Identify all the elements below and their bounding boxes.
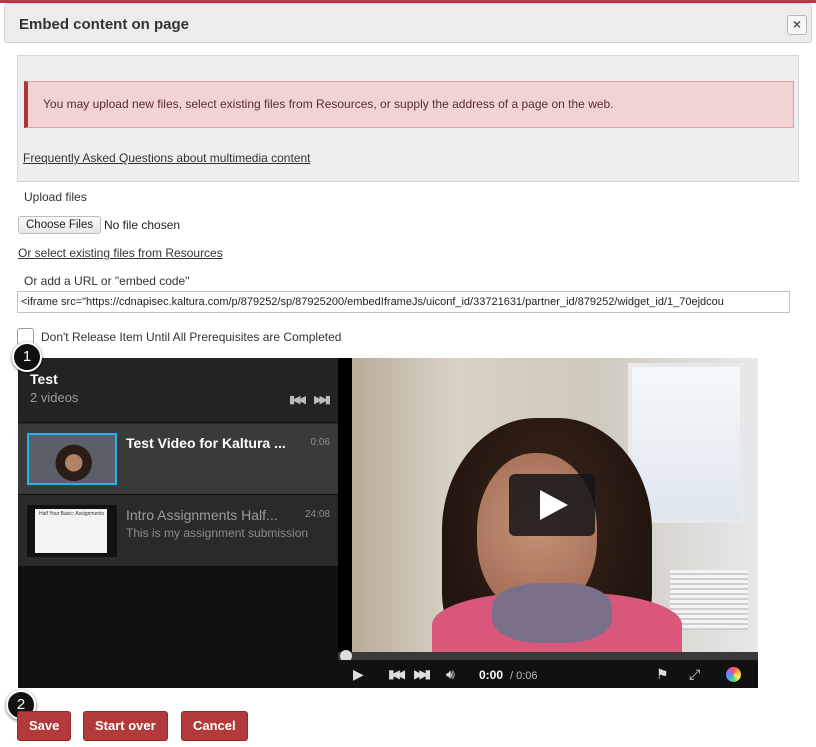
url-embed-input[interactable] [17,291,790,313]
step-marker-1: 1 [12,342,42,372]
big-play-button[interactable] [509,474,595,536]
playlist-title: Test [30,371,58,387]
player-controls: ▶ ▮◀◀ ▶▶▮ 🔊︎ 0:00 / 0:06 ⚑ ⤢ [338,660,758,688]
play-icon[interactable]: ▶ [353,666,364,682]
playlist-item-description: This is my assignment submission [126,526,309,540]
playlist-item[interactable]: Half Your Basic: Assignments Intro Assig… [18,495,338,566]
upload-files-label: Upload files [24,190,87,204]
cancel-button[interactable]: Cancel [181,711,248,741]
info-panel: You may upload new files, select existin… [17,55,799,182]
playlist-item-title: Intro Assignments Half... [126,507,278,523]
previous-icon[interactable]: ▮◀◀ [388,666,405,682]
flag-icon[interactable]: ⚑ [656,666,669,682]
save-button[interactable]: Save [17,711,72,741]
playlist-item-duration: 0:06 [310,437,330,448]
info-alert: You may upload new files, select existin… [24,81,794,128]
dialog-header: Embed content on page × [4,3,812,43]
start-over-button[interactable]: Start over [83,711,168,741]
select-resources-link[interactable]: Or select existing files from Resources [18,246,223,260]
playlist-item-title: Test Video for Kaltura ... [126,435,286,451]
playlist-item[interactable]: Test Video for Kaltura ... 0:06 [18,423,338,494]
playlist-item-duration: 24:08 [304,509,330,520]
thumbnail-text: Half Your Basic: Assignments [39,511,105,517]
playlist-previous-icon[interactable]: ▮◀◀ [289,393,306,406]
prerequisites-label: Don't Release Item Until All Prerequisit… [41,330,342,344]
url-embed-label: Or add a URL or "embed code" [24,274,190,288]
fullscreen-icon[interactable]: ⤢ [689,666,700,682]
playlist-header: Test 2 videos ▮◀◀ ▶▶▮ [18,358,338,422]
dialog-title: Embed content on page [19,16,190,33]
video-thumbnail: Half Your Basic: Assignments [27,505,117,557]
volume-icon[interactable]: 🔊︎ [446,666,455,682]
video-player: Test 2 videos ▮◀◀ ▶▶▮ Test Video for Kal… [18,358,758,688]
playlist-count: 2 videos [30,390,79,405]
playlist-next-icon[interactable]: ▶▶▮ [314,393,331,406]
total-duration: / 0:06 [510,670,538,682]
next-icon[interactable]: ▶▶▮ [414,666,431,682]
choose-files-button[interactable]: Choose Files [18,216,102,234]
video-frame[interactable] [352,358,758,652]
kaltura-logo-icon [726,667,741,682]
current-time: 0:00 [479,668,504,682]
video-thumbnail [27,433,117,485]
playlist-panel: Test 2 videos ▮◀◀ ▶▶▮ Test Video for Kal… [18,358,338,688]
faq-link[interactable]: Frequently Asked Questions about multime… [23,151,311,165]
close-button[interactable]: × [787,15,807,35]
no-file-chosen-text: No file chosen [104,218,181,232]
progress-bar[interactable] [338,652,758,660]
play-icon [540,490,568,520]
alert-text: You may upload new files, select existin… [43,97,614,111]
